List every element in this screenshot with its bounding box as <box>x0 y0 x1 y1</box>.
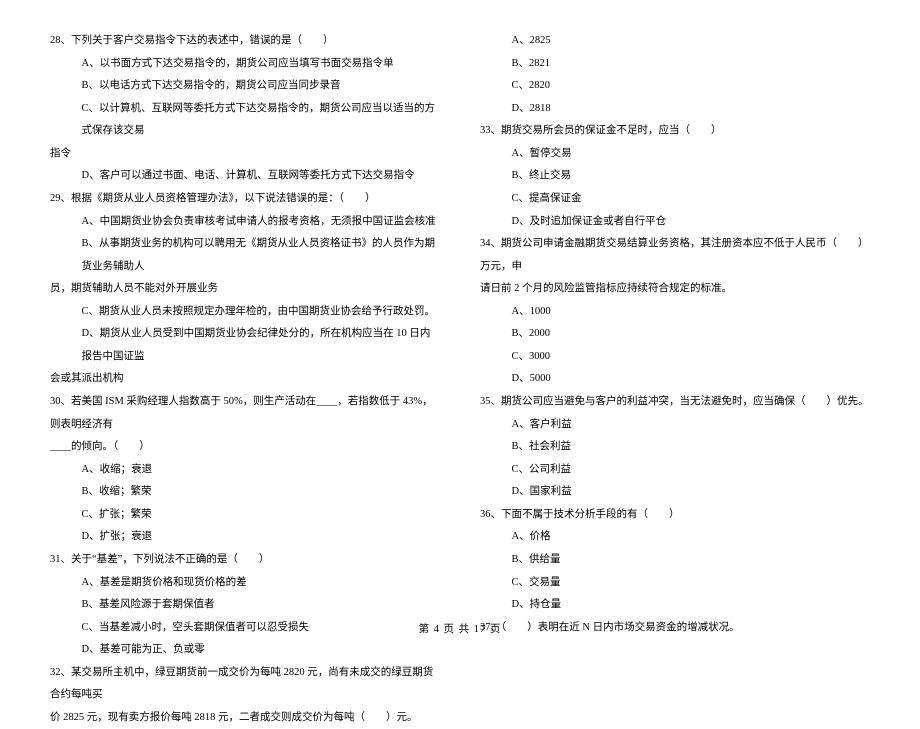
q33-d: D、及时追加保证金或者自行平仓 <box>480 211 870 234</box>
q36-stem: 36、下面不属于技术分析手段的有（ ） <box>480 504 870 527</box>
q29-c: C、期货从业人员未按照规定办理年检的，由中国期货业协会给予行政处罚。 <box>50 301 440 324</box>
q35-d: D、国家利益 <box>480 481 870 504</box>
q31-b: B、基差风险源于套期保值者 <box>50 594 440 617</box>
q33-a: A、暂停交易 <box>480 143 870 166</box>
q29-d-cont: 会或其派出机构 <box>50 368 440 391</box>
q36-c: C、交易量 <box>480 572 870 595</box>
q32-stem: 32、某交易所主机中，绿豆期货前一成交价为每吨 2820 元，尚有未成交的绿豆期… <box>50 662 440 707</box>
q34-b: B、2000 <box>480 323 870 346</box>
q35-b: B、社会利益 <box>480 436 870 459</box>
q32-a: A、2825 <box>480 30 870 53</box>
q30-a: A、收缩；衰退 <box>50 459 440 482</box>
q32-b: B、2821 <box>480 53 870 76</box>
q30-stem2: ____的倾向。（ ） <box>50 436 440 459</box>
q29-b-cont: 员，期货辅助人员不能对外开展业务 <box>50 278 440 301</box>
q30-stem: 30、若美国 ISM 采购经理人指数高于 50%，则生产活动在____，若指数低… <box>50 391 440 436</box>
q28-a: A、以书面方式下达交易指令的，期货公司应当填写书面交易指令单 <box>50 53 440 76</box>
q34-c: C、3000 <box>480 346 870 369</box>
q28-c: C、以计算机、互联网等委托方式下达交易指令的，期货公司应当以适当的方式保存该交易 <box>50 98 440 143</box>
q33-stem: 33、期货交易所会员的保证金不足时，应当（ ） <box>480 120 870 143</box>
q32-c: C、2820 <box>480 75 870 98</box>
q29-a: A、中国期货业协会负责审核考试申请人的报考资格，无须报中国证监会核准 <box>50 211 440 234</box>
q35-a: A、客户利益 <box>480 414 870 437</box>
q33-b: B、终止交易 <box>480 165 870 188</box>
q36-b: B、供给量 <box>480 549 870 572</box>
q32-stem2: 价 2825 元，现有卖方报价每吨 2818 元，二者成交则成交价为每吨（ ）元… <box>50 707 440 729</box>
q34-d: D、5000 <box>480 368 870 391</box>
q36-a: A、价格 <box>480 526 870 549</box>
q35-c: C、公司利益 <box>480 459 870 482</box>
q31-a: A、基差是期货价格和现货价格的差 <box>50 572 440 595</box>
q28-b: B、以电话方式下达交易指令的，期货公司应当同步录音 <box>50 75 440 98</box>
q34-stem2: 请日前 2 个月的风险监管指标应持续符合规定的标准。 <box>480 278 870 301</box>
page-footer: 第 4 页 共 17 页 <box>0 621 920 636</box>
q32-d: D、2818 <box>480 98 870 121</box>
q28-c-cont: 指令 <box>50 143 440 166</box>
q36-d: D、持仓量 <box>480 594 870 617</box>
q29-stem: 29、根据《期货从业人员资格管理办法》，以下说法错误的是：（ ） <box>50 188 440 211</box>
q30-c: C、扩张；繁荣 <box>50 504 440 527</box>
q31-stem: 31、关于“基差”，下列说法不正确的是（ ） <box>50 549 440 572</box>
q30-d: D、扩张；衰退 <box>50 526 440 549</box>
q28-d: D、客户可以通过书面、电话、计算机、互联网等委托方式下达交易指令 <box>50 165 440 188</box>
q30-b: B、收缩；繁荣 <box>50 481 440 504</box>
q29-d: D、期货从业人员受到中国期货业协会纪律处分的，所在机构应当在 10 日内报告中国… <box>50 323 440 368</box>
q34-a: A、1000 <box>480 301 870 324</box>
q29-b: B、从事期货业务的机构可以聘用无《期货从业人员资格证书》的人员作为期货业务辅助人 <box>50 233 440 278</box>
q31-d: D、基差可能为正、负或零 <box>50 639 440 662</box>
q34-stem: 34、期货公司申请金融期货交易结算业务资格，其注册资本应不低于人民币（ ）万元，… <box>480 233 870 278</box>
q35-stem: 35、期货公司应当避免与客户的利益冲突，当无法避免时，应当确保（ ）优先。 <box>480 391 870 414</box>
q33-c: C、提高保证金 <box>480 188 870 211</box>
q28-stem: 28、下列关于客户交易指令下达的表述中，错误的是（ ） <box>50 30 440 53</box>
